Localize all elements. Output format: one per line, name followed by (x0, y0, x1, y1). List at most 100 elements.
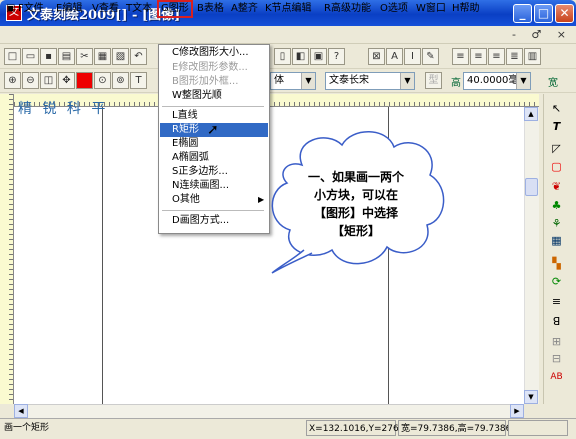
layer-icon[interactable]: ⚘ (548, 215, 565, 232)
menu-align[interactable]: A整齐 (229, 1, 260, 17)
zoom-fit-icon[interactable]: ⊙ (94, 72, 111, 89)
route-icon[interactable]: ꓭ (548, 313, 565, 330)
callout-line-1: 一、如果画一两个 (307, 170, 404, 184)
lines-icon[interactable]: ≡ (548, 293, 565, 310)
close-button[interactable]: ✕ (555, 4, 574, 23)
height-label: 高 (451, 78, 461, 89)
color-icon[interactable]: ♣ (548, 197, 565, 214)
font-style-combo[interactable]: 体 ▼ (270, 72, 316, 90)
height-input[interactable]: 40.0000毫米 ▼ (463, 72, 531, 90)
menu-table[interactable]: B表格 (195, 1, 226, 17)
zoom-in-icon[interactable]: ⊕ (4, 72, 21, 89)
edit-icon[interactable]: ✎ (422, 48, 439, 65)
status-message: 画一个矩形 (2, 420, 302, 436)
justify-icon[interactable]: ≣ (506, 48, 523, 65)
menu-add-frame[interactable]: B图形加外框... (160, 75, 268, 89)
callout-line-4: 【矩形】 (331, 224, 380, 238)
menu-edit-shape-params[interactable]: E修改图形参数... (160, 61, 268, 75)
menu-options[interactable]: O选项 (378, 1, 410, 17)
width-label: 宽 (548, 78, 558, 89)
new-icon[interactable]: □ (4, 48, 21, 65)
callout-line-3: 【图形】中选择 (313, 206, 398, 220)
menu-ellipse-arc[interactable]: A椭圆弧 (160, 151, 268, 165)
vertical-scrollbar[interactable] (524, 107, 539, 404)
rectangle-tool-icon[interactable]: ▢ (548, 158, 565, 175)
scroll-up-icon[interactable]: ▲ (524, 107, 538, 121)
node-icon[interactable]: ◸ (548, 140, 565, 157)
menu-separator (162, 210, 264, 211)
palette-icon[interactable]: ▚ (548, 255, 565, 272)
menu-node-edit[interactable]: K节点编辑 (263, 1, 314, 17)
align-center-icon[interactable]: ≡ (470, 48, 487, 65)
menu-ellipse[interactable]: E椭圆 (160, 137, 268, 151)
vertical-ruler (0, 94, 14, 404)
minimize-button[interactable]: _ (513, 4, 532, 23)
menu-help[interactable]: H帮助 (450, 1, 482, 17)
scroll-down-icon[interactable]: ▼ (524, 390, 538, 404)
menu-graphics[interactable]: G图形 (157, 0, 193, 18)
mouse-cursor-icon: ➚ (207, 122, 219, 138)
vertical-scroll-thumb[interactable] (525, 178, 538, 196)
frame-icon[interactable]: ◧ (292, 48, 309, 65)
scroll-right-icon[interactable]: ▶ (510, 404, 524, 418)
font-icon[interactable]: T (130, 72, 147, 89)
font-style-value: 体 (274, 75, 284, 86)
style-icon[interactable]: 型 (425, 72, 442, 89)
table-tool-icon[interactable]: ▦ (548, 232, 565, 249)
status-size: 宽=79.7386,高=79.7386 (398, 420, 511, 436)
grid-icon[interactable]: ▥ (524, 48, 541, 65)
zoom-out-icon[interactable]: ⊖ (22, 72, 39, 89)
print-icon[interactable]: ▤ (58, 48, 75, 65)
menu-draw-mode[interactable]: D画图方式... (160, 214, 268, 228)
menu-window[interactable]: W窗口 (414, 1, 448, 17)
menu-resize-shape[interactable]: C修改图形大小... (160, 46, 268, 60)
menu-text[interactable]: T文本 (124, 1, 154, 17)
chevron-down-icon[interactable]: ▼ (516, 73, 530, 89)
menu-file[interactable]: F文件 (16, 1, 46, 17)
align-right-icon[interactable]: ≡ (488, 48, 505, 65)
menu-separator (162, 106, 264, 107)
menu-other[interactable]: O其他 (160, 193, 268, 207)
menu-polygon[interactable]: S正多边形... (160, 165, 268, 179)
display-icon[interactable]: ▣ (310, 48, 327, 65)
horizontal-scrollbar[interactable] (14, 404, 524, 418)
align-icon[interactable]: ⊠ (368, 48, 385, 65)
chevron-down-icon[interactable]: ▼ (400, 73, 414, 89)
font-name-combo[interactable]: 文泰长宋 ▼ (325, 72, 415, 90)
menu-smooth[interactable]: W整图光顺 (160, 89, 268, 103)
mdi-controls[interactable]: - ♂ × (512, 28, 572, 41)
scroll-left-icon[interactable]: ◀ (14, 404, 28, 418)
text-tool-icon[interactable]: A (386, 48, 403, 65)
undo-icon[interactable]: ↶ (130, 48, 147, 65)
help-icon[interactable]: ? (328, 48, 345, 65)
menu-view[interactable]: V查看 (90, 1, 121, 17)
transform-icon[interactable]: ⟳ (548, 273, 565, 290)
copy-icon[interactable]: ▦ (94, 48, 111, 65)
status-coords: X=132.1016,Y=276.€ (306, 420, 407, 436)
page-border-left (102, 107, 103, 404)
text-icon[interactable]: T (548, 118, 565, 135)
chevron-down-icon[interactable]: ▼ (301, 73, 315, 89)
paste-icon[interactable]: ▧ (112, 48, 129, 65)
save-icon[interactable]: ▪ (40, 48, 57, 65)
align-left-icon[interactable]: ≡ (452, 48, 469, 65)
red-color-icon[interactable] (76, 72, 93, 89)
split-icon[interactable]: ⊟ (548, 350, 565, 367)
maximize-button[interactable]: □ (534, 4, 553, 23)
menu-continuous-draw[interactable]: N连续画图... (160, 179, 268, 193)
preview-icon[interactable]: ▯ (274, 48, 291, 65)
pointer-icon[interactable]: ↖ (548, 100, 565, 117)
status-extra (508, 420, 568, 436)
zoom-box-icon[interactable]: ◫ (40, 72, 57, 89)
menu-line[interactable]: L直线 (160, 109, 268, 123)
pan-icon[interactable]: ✥ (58, 72, 75, 89)
ab-icon[interactable]: AB (548, 369, 565, 386)
open-icon[interactable]: ▭ (22, 48, 39, 65)
merge-icon[interactable]: ⊞ (548, 333, 565, 350)
cut-icon[interactable]: ✂ (76, 48, 93, 65)
fill-icon[interactable]: ❦ (548, 178, 565, 195)
italic-icon[interactable]: I (404, 48, 421, 65)
menu-advanced[interactable]: R高级功能 (322, 1, 373, 17)
zoom-page-icon[interactable]: ⊚ (112, 72, 129, 89)
menu-edit[interactable]: E编辑 (54, 1, 84, 17)
